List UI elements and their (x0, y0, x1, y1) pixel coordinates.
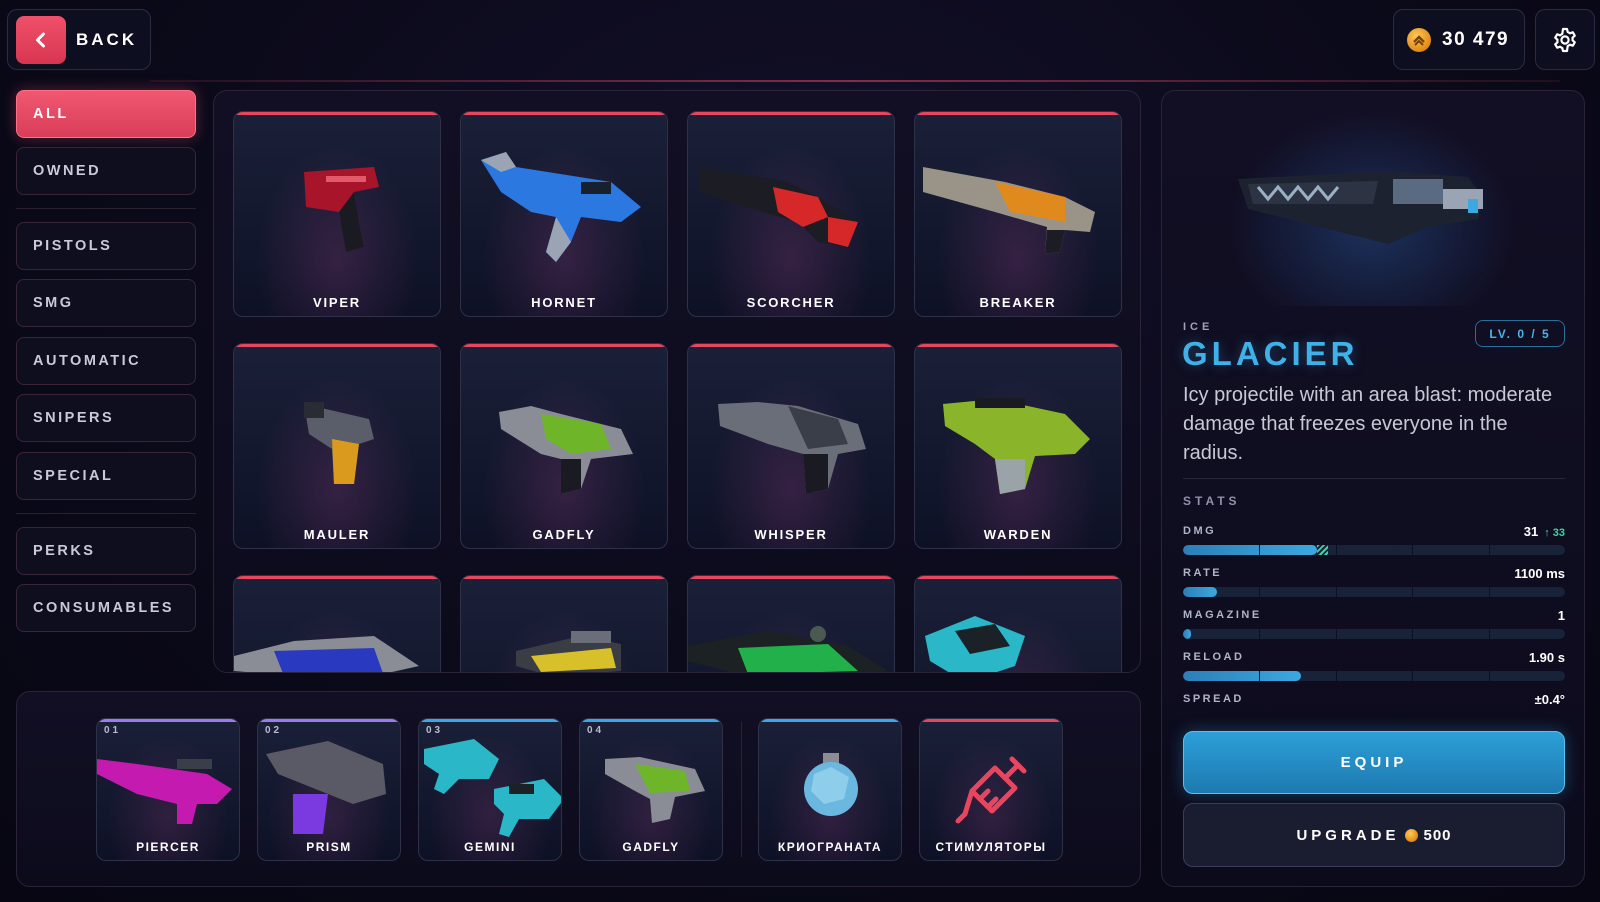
arrow-up-icon: ↑ 33 (1544, 527, 1565, 539)
category-smg[interactable]: SMG (16, 279, 196, 327)
back-label: BACK (76, 29, 138, 49)
upgrade-label: UPGRADE (1296, 826, 1400, 844)
category-perks[interactable]: PERKS (16, 527, 196, 575)
assault-rifle-weapon-icon (688, 626, 888, 672)
weapon-card[interactable]: GADFLY (460, 343, 668, 549)
coin-icon (1407, 27, 1431, 52)
weapon-name: VIPER (312, 295, 361, 310)
sidebar-divider (16, 208, 196, 209)
stat-bar (1183, 587, 1565, 597)
stat-bar (1183, 545, 1565, 555)
back-button[interactable]: BACK (7, 9, 151, 70)
category-automatic[interactable]: AUTOMATIC (16, 337, 196, 385)
coin-amount: 30 479 (1442, 28, 1510, 50)
slot-name: PRISM (306, 840, 352, 854)
weapon-name: WARDEN (983, 527, 1053, 542)
weapon-card[interactable]: WHISPER (687, 343, 895, 549)
weapon-preview (1228, 109, 1516, 306)
weapon-card[interactable] (914, 575, 1122, 672)
stat-value: ±0.4° (1534, 692, 1565, 707)
loadout-slot[interactable]: КРИОГРАНАТА (758, 718, 902, 861)
detail-divider (1183, 478, 1565, 479)
stat-label: MAGAZINE (1183, 609, 1262, 621)
sniper-weapon-icon (516, 631, 621, 672)
chevron-left-icon (16, 15, 66, 64)
weapon-card[interactable]: VIPER (233, 111, 441, 317)
stat-value: 1100 ms (1514, 566, 1565, 581)
level-badge: LV. 0 / 5 (1475, 320, 1565, 347)
header-divider (150, 80, 1560, 82)
stat-label: RELOAD (1183, 651, 1245, 663)
viper-weapon-icon (304, 167, 379, 252)
weapon-name: GADFLY (532, 527, 596, 542)
weapon-name: BREAKER (979, 295, 1057, 310)
coin-balance: 30 479 (1393, 9, 1525, 70)
stat-bar (1183, 671, 1565, 681)
loadout-slot[interactable]: 02 PRISM (257, 718, 401, 861)
stat-label: RATE (1183, 567, 1223, 579)
weapon-detail-panel: ICE LV. 0 / 5 GLACIER Icy projectile wit… (1161, 90, 1585, 887)
weapon-card[interactable] (233, 575, 441, 672)
rifle-weapon-icon (234, 636, 419, 672)
slot-name: GADFLY (622, 840, 680, 854)
hornet-weapon-icon (481, 152, 641, 262)
slot-name: GEMINI (464, 840, 516, 854)
gadfly-weapon-icon (499, 406, 633, 494)
weapon-card[interactable]: SCORCHER (687, 111, 895, 317)
stat-value: 1.90 s (1528, 650, 1565, 665)
gear-icon (1554, 27, 1576, 52)
category-special[interactable]: SPECIAL (16, 452, 196, 500)
loadout-slot[interactable]: 03 GEMINI (418, 718, 562, 861)
breaker-weapon-icon (923, 167, 1095, 254)
whisper-weapon-icon (718, 402, 866, 494)
weapon-grid: VIPER HORNET SCORCHER BREAKER MAULER GAD… (213, 90, 1141, 673)
weapon-card[interactable]: HORNET (460, 111, 668, 317)
stat-bar (1183, 629, 1565, 639)
loadout-bar: 01 PIERCER 02 PRISM 03 GEMINI 04 GADFLY (16, 691, 1141, 887)
stat-label: SPREAD (1183, 693, 1244, 705)
category-snipers[interactable]: SNIPERS (16, 394, 196, 442)
stats-title: STATS (1183, 494, 1241, 508)
loadout-slot[interactable]: 04 GADFLY (579, 718, 723, 861)
weapon-card[interactable]: WARDEN (914, 343, 1122, 549)
weapon-name: HORNET (531, 295, 597, 310)
loadout-divider (741, 722, 742, 857)
category-all[interactable]: ALL (16, 90, 196, 138)
glacier-weapon-icon (1238, 171, 1483, 244)
weapon-name: WHISPER (754, 527, 828, 542)
slot-name: СТИМУЛЯТОРЫ (935, 840, 1047, 854)
weapon-name: MAULER (303, 527, 371, 542)
stat-value: 1 (1557, 608, 1565, 623)
warden-weapon-icon (943, 398, 1090, 494)
slot-name: PIERCER (136, 840, 200, 854)
upgrade-cost: 500 (1423, 826, 1452, 844)
category-consumables[interactable]: CONSUMABLES (16, 584, 196, 632)
weapon-card[interactable]: MAULER (233, 343, 441, 549)
scorcher-weapon-icon (700, 167, 858, 247)
category-pistols[interactable]: PISTOLS (16, 222, 196, 270)
mauler-weapon-icon (304, 402, 374, 484)
coin-icon (1405, 828, 1419, 842)
weapon-title: GLACIER (1182, 335, 1359, 372)
equip-button[interactable]: EQUIP (1183, 731, 1565, 794)
stat-label: DMG (1183, 525, 1217, 537)
blaster-weapon-icon (925, 616, 1025, 672)
upgrade-button[interactable]: UPGRADE 500 (1183, 803, 1565, 867)
stat-value: 31 ↑ 33 (1523, 524, 1565, 539)
category-owned[interactable]: OWNED (16, 147, 196, 195)
weapon-card[interactable] (460, 575, 668, 672)
weapon-description: Icy projectile with an area blast: moder… (1183, 384, 1553, 464)
weapon-card[interactable] (687, 575, 895, 672)
weapon-name: SCORCHER (746, 295, 836, 310)
weapon-card[interactable]: BREAKER (914, 111, 1122, 317)
settings-button[interactable] (1535, 9, 1595, 70)
loadout-slot[interactable]: СТИМУЛЯТОРЫ (919, 718, 1063, 861)
sidebar-divider (16, 513, 196, 514)
element-type: ICE (1183, 321, 1214, 333)
loadout-slot[interactable]: 01 PIERCER (96, 718, 240, 861)
slot-name: КРИОГРАНАТА (777, 840, 883, 854)
